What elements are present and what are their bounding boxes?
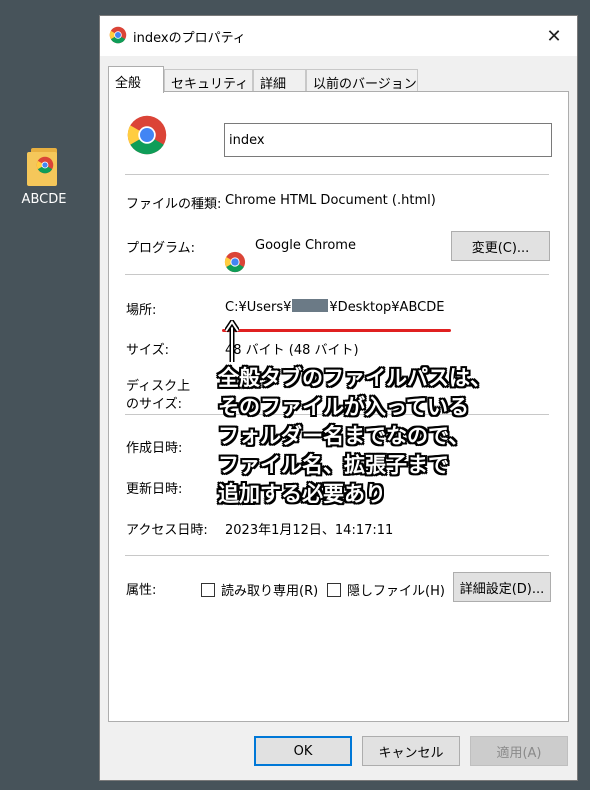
tab-general[interactable]: 全般: [108, 66, 164, 93]
file-type-label: ファイルの種類:: [126, 197, 222, 212]
accessed-label: アクセス日時:: [126, 523, 208, 538]
checkbox-box[interactable]: [327, 582, 341, 597]
separator: [125, 555, 549, 556]
hidden-checkbox[interactable]: 隠しファイル(H): [327, 580, 445, 599]
advanced-button[interactable]: 詳細設定(D)...: [453, 572, 551, 602]
cancel-button[interactable]: キャンセル: [362, 736, 460, 766]
checkbox-box[interactable]: [201, 582, 215, 597]
desktop-folder-abcde[interactable]: ABCDE: [14, 146, 74, 207]
attributes-label: 属性:: [126, 583, 157, 598]
size-on-disk-label-1: ディスク上: [126, 379, 191, 394]
change-program-button[interactable]: 変更(C)...: [451, 231, 550, 261]
chrome-icon: [224, 251, 246, 273]
separator: [125, 274, 549, 275]
modified-label: 更新日時:: [126, 482, 183, 497]
readonly-label: 読み取り専用(R): [221, 584, 319, 599]
program-value: Google Chrome: [255, 238, 356, 253]
location-suffix: ¥Desktop¥ABCDE: [329, 300, 445, 315]
size-on-disk-label-2: のサイズ:: [126, 397, 182, 412]
apply-button[interactable]: 適用(A): [470, 736, 568, 766]
file-name-input[interactable]: [224, 123, 552, 157]
annotation-text: 全般タブのファイルパスは、 そのファイルが入っている フォルダー名までなので、 …: [218, 366, 491, 506]
chrome-icon: [36, 156, 54, 174]
tab-details[interactable]: 詳細: [253, 69, 306, 92]
title-bar[interactable]: indexのプロパティ ✕: [100, 16, 577, 56]
size-label: サイズ:: [126, 343, 169, 358]
separator: [125, 174, 549, 175]
program-label: プログラム:: [126, 241, 195, 256]
readonly-checkbox[interactable]: 読み取り専用(R): [201, 580, 318, 599]
close-button[interactable]: ✕: [531, 16, 577, 56]
ok-button[interactable]: OK: [254, 736, 352, 766]
folder-icon: [27, 146, 61, 186]
tab-security[interactable]: セキュリティ: [164, 69, 253, 92]
annotation-arrow-icon: [225, 320, 239, 362]
red-underline: [222, 329, 451, 332]
desktop-icon-label: ABCDE: [21, 192, 67, 207]
created-label: 作成日時:: [126, 441, 183, 456]
dialog-title: indexのプロパティ: [133, 31, 246, 46]
location-prefix: C:¥Users¥: [225, 300, 292, 315]
location-label: 場所:: [126, 303, 157, 318]
close-icon: ✕: [546, 25, 562, 47]
hidden-label: 隠しファイル(H): [347, 584, 445, 599]
chrome-icon: [109, 26, 127, 44]
chrome-icon: [127, 115, 167, 155]
accessed-value: 2023年1月12日、14:17:11: [225, 523, 394, 538]
redacted-username: [292, 299, 329, 312]
size-value: 48 バイト (48 バイト): [225, 343, 359, 358]
file-type-value: Chrome HTML Document (.html): [225, 193, 436, 208]
location-value: C:¥Users¥ ¥Desktop¥ABCDE: [225, 299, 444, 315]
tab-previous-versions[interactable]: 以前のバージョン: [306, 69, 418, 92]
